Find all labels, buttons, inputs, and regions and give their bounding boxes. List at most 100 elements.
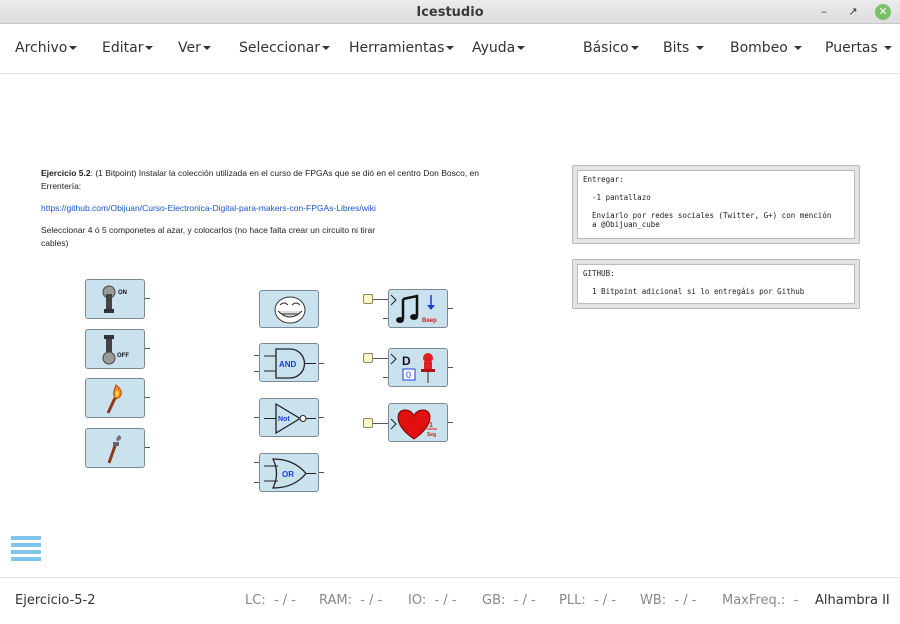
switch-on-label: ON [118,290,127,296]
constant-one-block[interactable] [85,378,145,418]
flipflop-d-label: D [402,354,411,368]
gb-stat: GB: - / - [482,593,536,608]
exercise-text-2: Errentería: [41,181,82,191]
exercise-text: : (1 Bitpoint) Instalar la colección uti… [90,168,480,178]
wire [373,423,388,424]
design-canvas[interactable]: Ejercicio 5.2: (1 Bitpoint) Instalar la … [0,75,900,577]
output-pin [319,417,324,418]
maxfreq-stat: MaxFreq.: - [722,593,799,608]
io-stat: IO: - / - [408,593,457,608]
chevron-down-icon [69,46,78,50]
note-github-text: GITHUB: 1 Bitpoint adicional si lo entre… [577,264,855,304]
output-pin [448,422,453,423]
toggle-switch-off-icon: OFF [102,335,129,365]
constant-zero-block[interactable] [85,428,145,468]
not-gate-block[interactable]: Not [259,398,319,437]
toggle-switch-on-icon: ON [102,285,127,313]
flipflop-value: 0 [406,370,411,380]
chevron-down-icon [322,46,331,50]
input-pin [383,377,388,378]
troll-face-icon [274,296,306,324]
chevron-down-icon [695,46,704,50]
or-gate-block[interactable]: OR [259,453,319,492]
chevron-down-icon [794,46,803,50]
note-entregar[interactable]: Entregar: -1 pantallazo Enviarlo por red… [572,165,860,244]
board-selector[interactable]: Alhambra II [815,593,890,608]
course-link[interactable]: https://github.com/Obijuan/Curso-Electro… [41,203,376,213]
lc-stat: LC: - / - [245,593,296,608]
menu-basico[interactable]: Básico [583,40,639,56]
menu-herramientas[interactable]: Herramientas [349,40,455,56]
torch-off-icon [107,435,122,464]
window-title: Icestudio [416,5,484,20]
status-bar: Ejercicio-5-2 LC: - / - RAM: - / - IO: -… [0,577,900,624]
note-entregar-text: Entregar: -1 pantallazo Enviarlo por red… [577,170,855,239]
pll-stat: PLL: - / - [559,593,617,608]
output-pin [145,348,150,349]
input-connector[interactable] [363,418,373,428]
ram-stat: RAM: - / - [319,593,383,608]
or-gate-icon: OR [264,458,316,489]
heart-number: 1 [429,422,433,429]
output-pin [319,363,324,364]
project-name: Ejercicio-5-2 [15,593,96,608]
heart-block[interactable]: 1 Seg [388,403,448,442]
chevron-down-icon [630,46,639,50]
wire [373,299,388,300]
menu-ver[interactable]: Ver [178,40,211,56]
heart-unit: Seg [427,432,436,438]
switch-on-block[interactable]: ON [85,279,145,319]
heart-icon: 1 Seg [390,409,437,440]
menu-seleccionar[interactable]: Seleccionar [239,40,331,56]
output-pin [448,308,453,309]
or-label: OR [282,470,294,479]
switch-off-label: OFF [117,353,129,359]
title-bar: Icestudio – ↗ ✕ [0,0,900,24]
menu-bits[interactable]: Bits [663,40,704,56]
menu-archivo[interactable]: Archivo [15,40,78,56]
not-gate-icon: Not [264,402,316,435]
torch-lit-icon [106,384,122,414]
close-icon[interactable]: ✕ [875,4,891,20]
chevron-down-icon [884,46,893,50]
menu-editar[interactable]: Editar [102,40,154,56]
troll-block[interactable] [259,290,319,328]
minimize-icon[interactable]: – [816,4,832,20]
output-pin [145,447,150,448]
input-connector[interactable] [363,294,373,304]
chevron-down-icon [202,46,211,50]
chevron-down-icon [446,46,455,50]
beep-label: Beep [422,318,437,324]
menu-bombeo[interactable]: Bombeo [730,40,803,56]
chevron-down-icon [517,46,526,50]
pushpin-icon: D 0 [390,353,435,383]
input-pin [254,355,259,356]
output-pin [145,397,150,398]
input-pin [254,371,259,372]
and-gate-icon: AND [264,348,316,379]
switch-off-block[interactable]: OFF [85,329,145,369]
flipflop-d-block[interactable]: D 0 [388,348,448,387]
beep-block[interactable]: Beep [388,289,448,328]
hamburger-menu-icon[interactable] [11,536,41,564]
and-gate-block[interactable]: AND [259,343,319,382]
restore-icon[interactable]: ↗ [845,4,861,20]
chevron-down-icon [145,46,154,50]
output-pin [319,472,324,473]
input-connector[interactable] [363,353,373,363]
wb-stat: WB: - / - [640,593,697,608]
exercise-title: Ejercicio 5.2 [41,168,91,178]
music-note-icon: Beep [390,294,437,324]
input-pin [383,318,388,319]
instructions-2: cables) [41,238,69,248]
menu-ayuda[interactable]: Ayuda [472,40,526,56]
menu-puertas[interactable]: Puertas [825,40,893,56]
instructions-1: Seleccionar 4 ó 5 componetes al azar, y … [41,225,376,235]
note-github[interactable]: GITHUB: 1 Bitpoint adicional si lo entre… [572,259,860,309]
output-pin [448,367,453,368]
info-block: Ejercicio 5.2: (1 Bitpoint) Instalar la … [41,167,501,250]
menu-bar: Archivo Editar Ver Seleccionar Herramien… [0,24,900,74]
input-pin [254,462,259,463]
wire [373,358,388,359]
not-label: Not [278,416,290,423]
